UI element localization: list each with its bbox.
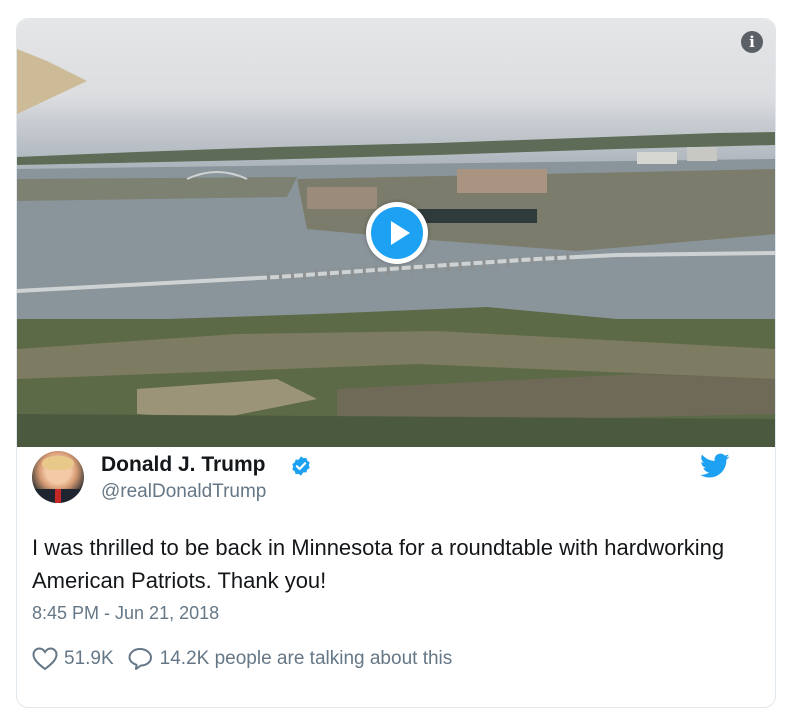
verified-badge-icon — [292, 456, 310, 476]
tweet-actions: 51.9K 14.2K people are talking about thi… — [32, 645, 452, 673]
author-name[interactable]: Donald J. Trump — [101, 453, 266, 477]
play-icon — [371, 207, 423, 259]
tweet-text: I was thrilled to be back in Minnesota f… — [32, 535, 725, 593]
talking-link[interactable]: 14.2K people are talking about this — [128, 647, 453, 671]
video-player[interactable]: i — [17, 19, 775, 447]
like-count: 51.9K — [64, 648, 114, 669]
talking-count: 14.2K people are talking about this — [159, 648, 453, 669]
comment-bubble-icon — [128, 648, 152, 670]
tweet-timestamp[interactable]: 8:45 PM - Jun 21, 2018 — [32, 603, 219, 624]
twitter-bird-icon[interactable] — [700, 453, 730, 479]
heart-icon — [32, 647, 58, 671]
play-button[interactable] — [366, 202, 428, 264]
like-button[interactable]: 51.9K — [32, 647, 114, 671]
author-handle[interactable]: @realDonaldTrump — [101, 481, 266, 503]
info-icon[interactable]: i — [741, 31, 763, 53]
avatar[interactable] — [32, 451, 84, 503]
